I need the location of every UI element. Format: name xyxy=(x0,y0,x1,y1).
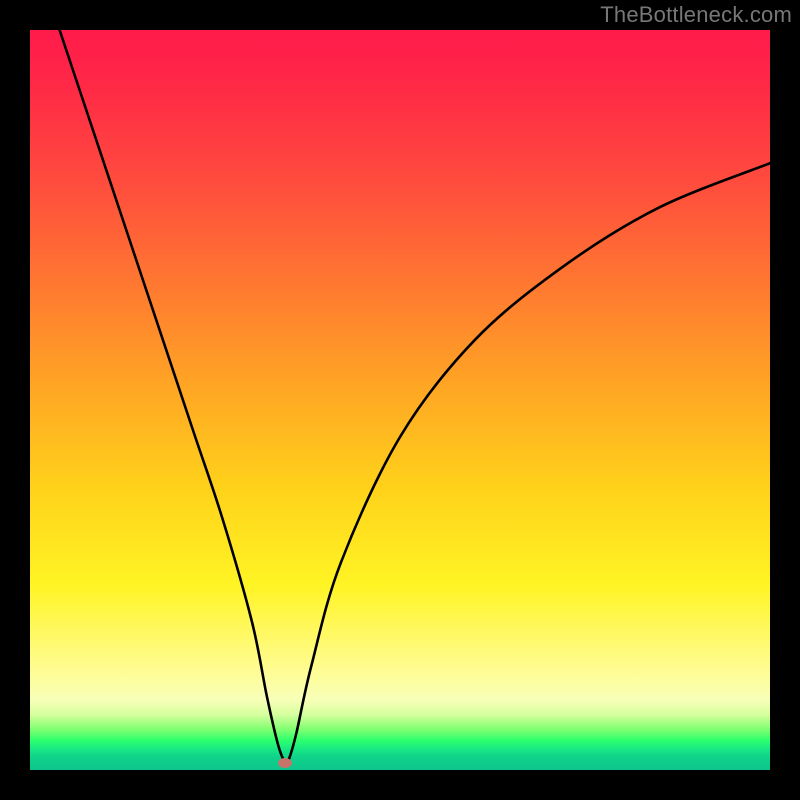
optimum-marker xyxy=(278,758,292,768)
plot-area xyxy=(30,30,770,770)
chart-frame: TheBottleneck.com xyxy=(0,0,800,800)
curve-svg xyxy=(30,30,770,770)
watermark-text: TheBottleneck.com xyxy=(600,2,792,28)
bottleneck-curve xyxy=(60,30,770,764)
